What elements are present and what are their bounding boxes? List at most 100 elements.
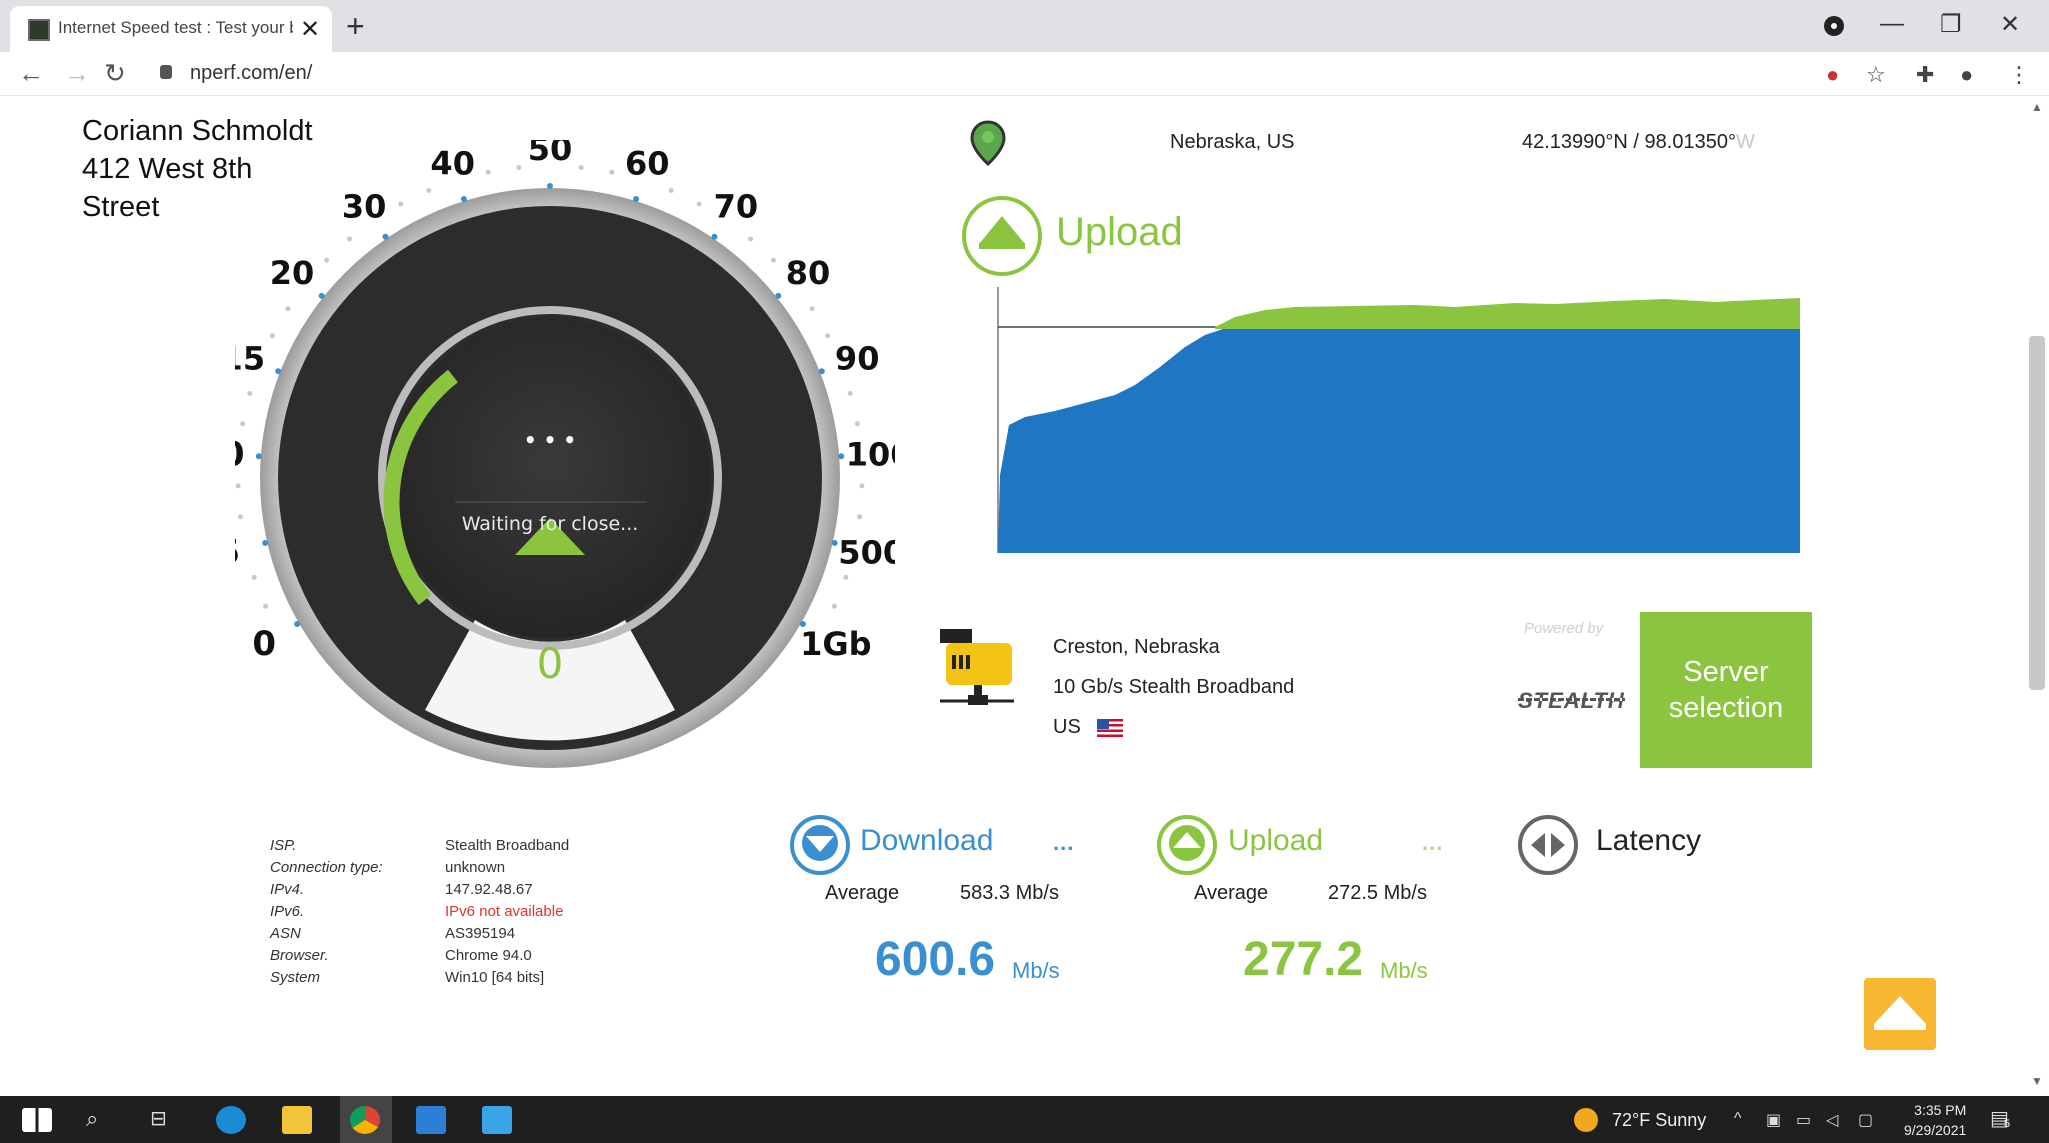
info-row: ASN AS395194 (270, 923, 630, 945)
gauge-minor-dot (854, 421, 860, 427)
download-speed-unit: Mb/s (1012, 958, 1060, 983)
site-favicon-icon (28, 19, 50, 41)
info-row: System Win10 [64 bits] (270, 967, 630, 989)
gauge-tick-marker (838, 453, 845, 460)
bookmark-star-icon[interactable]: ☆ (1866, 62, 1886, 88)
info-value: Chrome 94.0 (445, 947, 532, 964)
browser-tab[interactable]: Internet Speed test : Test your b ✕ (10, 6, 332, 52)
info-value: AS395194 (445, 925, 516, 942)
gauge-minor-dot (843, 574, 849, 580)
scroll-thumb[interactable] (2029, 336, 2045, 690)
network-icon[interactable]: ▣ (1766, 1110, 1781, 1130)
back-arrow-icon[interactable]: ← (18, 58, 44, 89)
upload-arrow-icon (962, 196, 1042, 276)
gauge-minor-dot (847, 391, 853, 396)
reload-icon[interactable]: ↻ (104, 58, 126, 89)
gauge-minor-dot (831, 603, 837, 609)
gauge-tick-marker (382, 233, 389, 240)
download-dots: ... (1053, 830, 1075, 855)
gauge-tick-label: 70 (714, 187, 759, 225)
gauge-tick-marker (633, 196, 640, 202)
info-value: IPv6 not available (445, 903, 564, 920)
gauge-minor-dot (240, 421, 246, 427)
upload-title: Upload (1228, 824, 1324, 857)
gauge-tick-label: 100 (846, 435, 895, 473)
server-selection-button[interactable]: Server selection (1640, 612, 1812, 768)
gauge-minor-dot (485, 169, 491, 175)
gauge-minor-dot (237, 514, 243, 520)
minimize-button[interactable]: — (1880, 10, 1904, 38)
gauge-tick-marker (547, 183, 553, 189)
latency-title: Latency (1596, 824, 1702, 857)
windows-start-icon[interactable] (22, 1108, 52, 1132)
tab-title: Internet Speed test : Test your b (58, 18, 293, 37)
lock-icon[interactable] (160, 65, 172, 79)
us-flag-icon (1097, 719, 1123, 737)
gauge-minor-dot (247, 391, 253, 396)
restore-button[interactable]: ❐ (1940, 10, 1962, 39)
clock-time: 3:35 PM (1914, 1102, 1967, 1118)
display-icon[interactable]: ▢ (1858, 1110, 1873, 1130)
info-value: 147.92.48.67 (445, 881, 533, 898)
scroll-down-arrow-icon[interactable]: ▼ (2031, 1074, 2043, 1088)
media-record-icon[interactable] (1824, 16, 1844, 36)
gauge-tick-marker (818, 368, 825, 375)
info-value: unknown (445, 859, 506, 876)
upload-arrow-icon (1157, 815, 1217, 875)
gauge-tick-marker (831, 540, 838, 546)
gauge-tick-label: 20 (270, 254, 315, 292)
info-value: Win10 [64 bits] (445, 969, 545, 986)
search-icon[interactable]: ⌕ (86, 1106, 116, 1134)
gauge-minor-dot (263, 603, 269, 609)
gauge-minor-dot (857, 514, 863, 520)
store-app-icon[interactable] (416, 1106, 446, 1134)
remote-desktop-icon[interactable] (482, 1106, 512, 1134)
gauge-minor-dot (696, 201, 702, 207)
clock[interactable]: 3:35 PM 9/29/2021 (1904, 1100, 1966, 1140)
tray-chevron-icon[interactable]: ^ (1734, 1110, 1742, 1128)
location-text: Nebraska, US (1170, 131, 1295, 153)
extensions-puzzle-icon[interactable]: ✚ (1916, 62, 1934, 88)
gauge-tick-marker (775, 292, 782, 299)
chrome-browser-icon[interactable] (350, 1106, 380, 1134)
download-average-value: 583.3 Mb/s (960, 882, 1059, 904)
info-key: Browser. (270, 947, 329, 964)
weather-sun-icon[interactable] (1574, 1108, 1598, 1132)
info-key: System (270, 969, 321, 986)
gauge-tick-marker (294, 621, 301, 627)
scroll-up-arrow-icon[interactable]: ▲ (2031, 100, 2043, 114)
forward-arrow-icon[interactable]: → (64, 58, 90, 89)
graph-title: Upload (1056, 210, 1183, 254)
info-key: ISP. (270, 837, 297, 854)
server-icon (940, 629, 1014, 705)
scroll-to-top-button[interactable] (1864, 978, 1936, 1050)
browser-menu-icon[interactable]: ⋮ (2008, 62, 2030, 88)
task-view-icon[interactable]: ⊟ (150, 1106, 180, 1134)
gauge-tick-label: 90 (835, 339, 880, 377)
url-field[interactable]: nperf.com/en/ (190, 62, 312, 85)
file-explorer-icon[interactable] (282, 1106, 312, 1134)
gauge-dots: • • • (524, 428, 576, 452)
server-country: US (1053, 716, 1081, 738)
gauge-status-text: Waiting for close... (462, 513, 639, 535)
weather-text[interactable]: 72°F Sunny (1612, 1110, 1706, 1131)
info-key: Connection type: (270, 859, 383, 876)
server-city: Creston, Nebraska (1053, 636, 1220, 658)
close-window-button[interactable]: ✕ (2000, 10, 2020, 39)
new-tab-button[interactable]: + (346, 8, 365, 44)
tab-close-icon[interactable]: ✕ (300, 15, 320, 44)
gauge-minor-dot (269, 333, 275, 339)
extension-alert-icon[interactable]: ● (1826, 62, 1839, 88)
powered-by-label: Powered by (1524, 620, 1604, 637)
edge-browser-icon[interactable] (216, 1106, 246, 1134)
notification-count: 5 (2004, 1118, 2011, 1130)
speed-graph (997, 287, 1800, 553)
graph-download-area (998, 329, 1800, 553)
page-scrollbar[interactable]: ▲ ▼ (2025, 96, 2049, 1092)
profile-avatar-icon[interactable]: ● (1960, 62, 1973, 88)
gauge-tick-marker (711, 233, 718, 240)
volume-icon[interactable]: ◁ (1826, 1110, 1838, 1130)
battery-icon[interactable]: ▭ (1796, 1110, 1811, 1130)
upload-average-value: 272.5 Mb/s (1328, 882, 1427, 904)
gauge-minor-dot (235, 483, 241, 489)
